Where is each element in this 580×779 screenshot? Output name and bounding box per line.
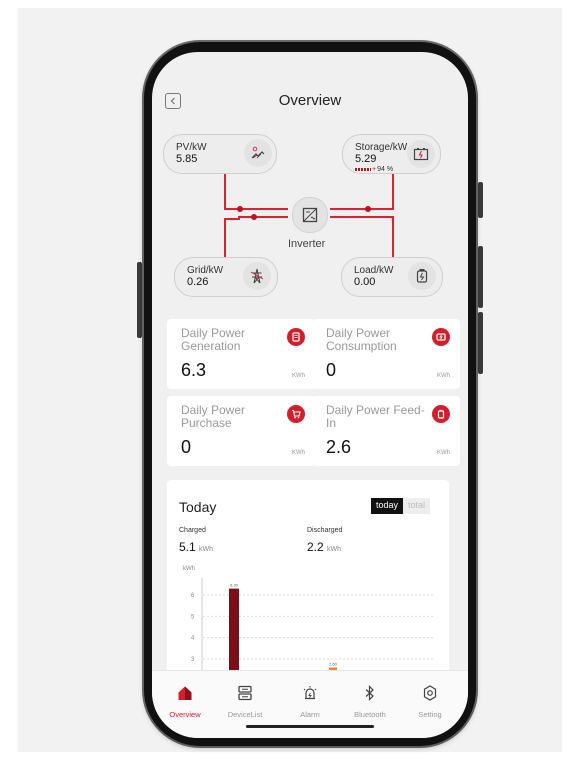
card-title: Daily Power Purchase [181, 403, 246, 430]
card-value: 2.6 [326, 437, 352, 457]
flow-line [392, 170, 394, 210]
pv-label: PV/kW [176, 142, 207, 153]
grid-value: 0.26 [187, 276, 209, 288]
alarm-icon [303, 686, 317, 700]
flow-dot [251, 214, 257, 220]
storage-label: Storage/kW [355, 142, 408, 153]
soc-percent: 94 % [377, 166, 394, 173]
card-unit: KWh [436, 450, 450, 456]
device-list-icon [238, 685, 252, 701]
storage-soc: + 94 % [355, 166, 393, 173]
card-daily-consumption[interactable]: Daily Power Consumption 0 KWh [312, 319, 460, 389]
tab-label: Bluetooth [354, 710, 386, 719]
card-daily-generation[interactable]: Daily Power Generation 6.3 KWh [167, 319, 315, 389]
chart-bar [229, 588, 239, 730]
tab-overview[interactable]: Overview [155, 685, 215, 719]
tab-alarm[interactable]: Alarm [280, 685, 340, 719]
card-value: 6.3 [181, 360, 207, 380]
today-bar-chart: 6 5 4 3 6.30 2.60 [167, 480, 449, 730]
storage-node[interactable]: Storage/kW 5.29 + 94 % [342, 134, 441, 174]
card-value: 0 [326, 360, 337, 380]
tab-label: DeviceList [227, 710, 263, 719]
load-label: Load/kW [354, 265, 394, 276]
soc-plus: + [372, 166, 377, 173]
card-daily-purchase[interactable]: Daily Power Purchase 0 KWh [167, 396, 315, 466]
tab-label: Setting [418, 710, 442, 719]
inverter-icon [302, 207, 318, 223]
card-title: Daily Power Generation [181, 326, 246, 353]
cart-icon [287, 405, 305, 423]
card-value: 0 [181, 437, 192, 457]
chart-y-tick-label: 6 [191, 593, 195, 599]
flow-line [330, 216, 394, 218]
gear-icon [423, 685, 437, 701]
side-button [478, 246, 483, 308]
chart-bar-label: 6.30 [230, 583, 239, 588]
tab-devicelist[interactable]: DeviceList [215, 685, 275, 719]
flow-dot [237, 206, 243, 212]
page-title: Overview [278, 92, 342, 109]
load-value: 0.00 [354, 276, 376, 288]
tab-label: Overview [169, 710, 201, 719]
flow-line [224, 218, 226, 262]
grid-tower-icon [243, 262, 271, 290]
side-button [478, 312, 483, 374]
inverter-label: Inverter [288, 238, 326, 250]
load-plug-icon [408, 262, 436, 290]
card-title: Daily Power Feed-In [326, 403, 425, 430]
card-title: Daily Power Consumption [326, 326, 397, 353]
tab-setting[interactable]: Setting [400, 685, 460, 719]
chart-y-tick-label: 4 [191, 636, 195, 642]
soc-bar [355, 168, 371, 171]
battery-feed-icon [432, 405, 450, 423]
chart-svg: 6 5 4 3 6.30 2.60 [191, 578, 435, 730]
home-icon [178, 686, 192, 700]
side-button [478, 182, 483, 218]
flow-line [330, 208, 394, 210]
consumption-icon [432, 328, 450, 346]
flow-line [224, 208, 288, 210]
pv-node[interactable]: PV/kW 5.85 [163, 134, 277, 174]
home-indicator [246, 725, 374, 728]
generation-icon [287, 328, 305, 346]
chart-bar-label: 2.60 [329, 662, 338, 667]
volume-button [137, 262, 142, 338]
solar-panel-icon [244, 139, 272, 167]
app-screen: Overview Inverter PV/kW 5.85 Storage/kW … [152, 52, 468, 738]
flow-line [392, 216, 394, 262]
inverter-node[interactable] [292, 197, 328, 233]
flow-line [224, 170, 226, 210]
chart-y-tick-label: 5 [191, 614, 195, 620]
card-unit: KWh [291, 450, 305, 456]
pv-value: 5.85 [176, 153, 198, 165]
flow-dot [365, 206, 371, 212]
grid-label: Grid/kW [187, 265, 224, 276]
flow-line [238, 216, 288, 218]
flow-line [224, 218, 240, 220]
storage-value: 5.29 [355, 153, 377, 165]
today-panel: Today today total Charged 5.1 kWh Discha… [167, 480, 449, 730]
battery-charging-icon [407, 140, 435, 168]
card-unit: KWh [291, 373, 305, 379]
card-unit: KWh [436, 373, 450, 379]
card-daily-feed-in[interactable]: Daily Power Feed-In 2.6 KWh [312, 396, 460, 466]
chart-y-tick-label: 3 [191, 657, 195, 663]
grid-node[interactable]: Grid/kW 0.26 [174, 257, 278, 297]
load-node[interactable]: Load/kW 0.00 [341, 257, 443, 297]
bluetooth-icon [365, 685, 374, 701]
tab-label: Alarm [300, 710, 320, 719]
tab-bluetooth[interactable]: Bluetooth [340, 685, 400, 719]
